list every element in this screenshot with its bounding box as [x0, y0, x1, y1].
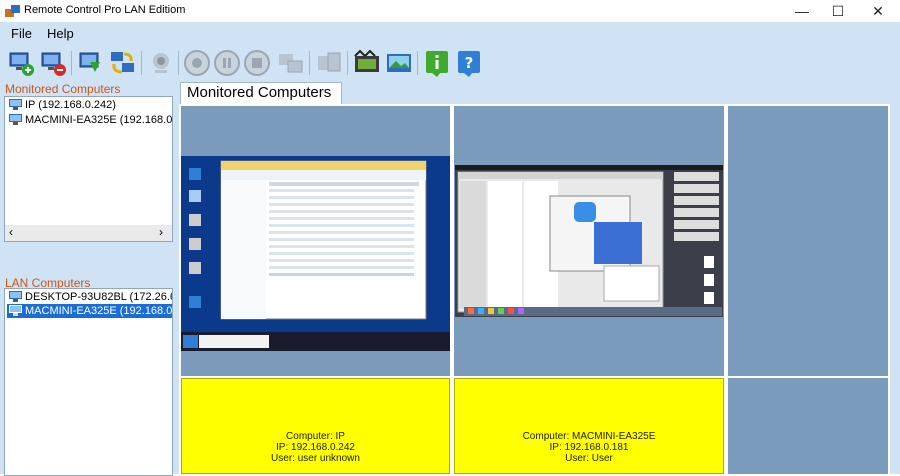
lan-item-label: MACMINI-EA325E (192.168.0.: [25, 305, 173, 317]
download-icon[interactable]: [76, 48, 106, 78]
card-user: User: User: [565, 453, 613, 464]
computer-icon: [9, 291, 22, 302]
refresh-group-icon[interactable]: [108, 48, 138, 78]
monitored-item-label: MACMINI-EA325E (192.168.0.: [25, 114, 173, 126]
menu-file[interactable]: File: [11, 26, 32, 41]
toolbar: ?: [0, 44, 900, 82]
send-file-icon[interactable]: [314, 48, 344, 78]
remove-computer-icon[interactable]: [38, 48, 68, 78]
computer-card-macmini[interactable]: Computer: MACMINI-EA325E IP: 192.168.0.1…: [454, 378, 724, 474]
card-ip: IP: 192.168.0.242: [276, 442, 355, 453]
toolbar-separator: [417, 51, 418, 75]
screenshot-icon[interactable]: [352, 48, 382, 78]
toolbar-separator: [347, 51, 348, 75]
monitored-computers-label: Monitored Computers: [5, 82, 121, 96]
screen-thumbnail-ip[interactable]: [181, 106, 450, 376]
maximize-button[interactable]: ☐: [820, 0, 856, 22]
monitored-item-label: IP (192.168.0.242): [25, 99, 116, 111]
monitored-item[interactable]: IP (192.168.0.242): [7, 98, 116, 112]
stop-icon[interactable]: [242, 48, 272, 78]
record-icon[interactable]: [182, 48, 212, 78]
scroll-right-icon[interactable]: ›: [159, 225, 163, 239]
help-icon[interactable]: ?: [454, 48, 484, 78]
card-user: User: user unknown: [271, 453, 360, 464]
computer-icon: [9, 99, 22, 110]
empty-slot: [728, 106, 888, 376]
webcam-icon[interactable]: [146, 48, 176, 78]
empty-slot: [728, 378, 888, 474]
sidebar: Monitored Computers IP (192.168.0.242) M…: [0, 82, 175, 476]
mac-desktop-preview: [455, 165, 723, 317]
computer-grid: Computer: IP IP: 192.168.0.242 User: use…: [179, 104, 890, 474]
toolbar-separator: [178, 51, 179, 75]
pause-icon[interactable]: [212, 48, 242, 78]
computer-icon: [9, 305, 22, 316]
app-logo-icon: [5, 5, 20, 17]
scroll-left-icon[interactable]: ‹: [9, 225, 13, 239]
minimize-button[interactable]: —: [784, 0, 820, 22]
info-icon[interactable]: [422, 48, 452, 78]
menu-bar: File Help: [0, 22, 900, 44]
card-computer-name: Computer: IP: [286, 431, 345, 442]
toolbar-separator: [71, 51, 72, 75]
lan-item-selected[interactable]: MACMINI-EA325E (192.168.0.: [7, 304, 173, 318]
card-ip: IP: 192.168.0.181: [549, 442, 629, 453]
svg-text:?: ?: [465, 54, 474, 72]
lan-computers-list[interactable]: DESKTOP-93U82BL (172.26.6 MACMINI-EA325E…: [4, 288, 173, 476]
main-panel: Monitored Computers Computer: IP IP: 192…: [175, 82, 900, 474]
computer-card-ip[interactable]: Computer: IP IP: 192.168.0.242 User: use…: [181, 378, 450, 474]
card-computer-name: Computer: MACMINI-EA325E: [522, 431, 656, 442]
horizontal-scrollbar[interactable]: ‹ ›: [5, 225, 172, 241]
close-button[interactable]: ✕: [860, 0, 896, 22]
gallery-icon[interactable]: [384, 48, 414, 78]
computer-icon: [9, 114, 22, 125]
lan-item[interactable]: DESKTOP-93U82BL (172.26.6: [7, 290, 173, 304]
toolbar-separator: [141, 51, 142, 75]
remote-control-icon[interactable]: [276, 48, 306, 78]
menu-help[interactable]: Help: [47, 26, 74, 41]
lan-item-label: DESKTOP-93U82BL (172.26.6: [25, 291, 173, 303]
add-computer-icon[interactable]: [6, 48, 36, 78]
tab-monitored-computers[interactable]: Monitored Computers: [180, 82, 342, 104]
toolbar-separator: [309, 51, 310, 75]
title-bar: Remote Control Pro LAN Editiom — ☐ ✕: [0, 0, 900, 22]
screen-thumbnail-macmini[interactable]: [454, 106, 724, 376]
windows-desktop-preview: [181, 156, 450, 351]
window-title: Remote Control Pro LAN Editiom: [24, 4, 186, 16]
monitored-computers-list[interactable]: IP (192.168.0.242) MACMINI-EA325E (192.1…: [4, 96, 173, 242]
monitored-item[interactable]: MACMINI-EA325E (192.168.0.: [7, 113, 173, 127]
